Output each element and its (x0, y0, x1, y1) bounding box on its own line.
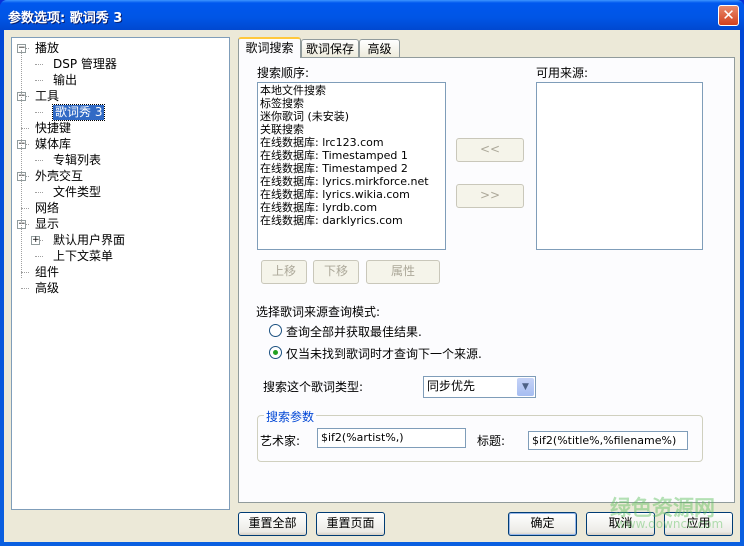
list-item[interactable]: 在线数据库: Timestamped 1 (260, 149, 443, 162)
tree-item[interactable]: 网络 (35, 201, 59, 216)
tree-connector (21, 272, 29, 273)
search-order-label: 搜索顺序: (257, 66, 310, 80)
tree-connector (21, 50, 22, 278)
title-label: 标题: (477, 434, 506, 448)
tree-item[interactable]: 外壳交互 (35, 169, 83, 184)
artist-input[interactable]: $if2(%artist%,) (317, 428, 466, 448)
watermark-url: www.downcc.com (616, 517, 724, 531)
list-item[interactable]: 本地文件搜索 (260, 84, 443, 97)
tab-panel: 搜索顺序: 本地文件搜索 标签搜索 迷你歌词 (未安装) 关联搜索 在线数据库: lrc… (238, 57, 735, 503)
list-item[interactable]: 在线数据库: lyrdb.com (260, 201, 443, 214)
ok-button[interactable]: 确定 (508, 512, 577, 536)
dialog-body: − 播放 DSP 管理器 输出 − 工具 歌词秀 3 快捷键 − 媒体库 专辑列表 − 外壳交互 文件类型… (4, 30, 740, 542)
tab-advanced[interactable]: 高级 (359, 39, 400, 59)
reset-all-button[interactable]: 重置全部 (238, 512, 307, 536)
add-source-button[interactable]: << (456, 138, 524, 162)
list-item[interactable]: 关联搜索 (260, 123, 443, 136)
remove-source-button[interactable]: >> (456, 184, 524, 208)
tree-connector (21, 288, 29, 289)
list-item[interactable]: 在线数据库: darklyrics.com (260, 214, 443, 227)
tree-connector (35, 64, 43, 65)
list-item[interactable]: 标签搜索 (260, 97, 443, 110)
title-bar: 参数选项: 歌词秀 3 ✕ (0, 0, 744, 30)
mode-next-source-label[interactable]: 仅当未找到歌词时才查询下一个来源. (286, 345, 482, 362)
artist-label: 艺术家: (260, 434, 301, 448)
list-item[interactable]: 在线数据库: lyrics.wikia.com (260, 188, 443, 201)
list-item[interactable]: 在线数据库: lyrics.mirkforce.net (260, 175, 443, 188)
tree-item[interactable]: 播放 (35, 41, 59, 56)
move-down-button[interactable]: 下移 (313, 260, 359, 284)
tab-lyrics-save[interactable]: 歌词保存 (301, 39, 359, 59)
mode-query-all-label[interactable]: 查询全部并获取最佳结果. (286, 323, 422, 340)
search-params-legend: 搜索参数 (264, 408, 317, 425)
reset-page-button[interactable]: 重置页面 (316, 512, 385, 536)
tree-item[interactable]: 歌词秀 3 (51, 104, 106, 121)
lyrics-type-select[interactable]: 同步优先 ▼ (423, 376, 536, 398)
lyrics-type-label: 搜索这个歌词类型: (263, 380, 364, 394)
category-tree[interactable]: − 播放 DSP 管理器 输出 − 工具 歌词秀 3 快捷键 − 媒体库 专辑列表 − 外壳交互 文件类型… (11, 37, 230, 510)
list-item[interactable]: 迷你歌词 (未安装) (260, 110, 443, 123)
tree-item[interactable]: 高级 (35, 281, 59, 296)
tree-connector (35, 80, 43, 81)
tree-item[interactable]: DSP 管理器 (53, 57, 117, 72)
available-sources-label: 可用来源: (536, 66, 589, 80)
move-up-button[interactable]: 上移 (261, 260, 307, 284)
title-input[interactable]: $if2(%title%,%filename%) (528, 431, 688, 450)
mode-query-all-radio[interactable] (269, 324, 282, 337)
list-item[interactable]: 在线数据库: Timestamped 2 (260, 162, 443, 175)
expand-icon[interactable]: + (31, 236, 40, 245)
search-order-list[interactable]: 本地文件搜索 标签搜索 迷你歌词 (未安装) 关联搜索 在线数据库: lrc123.co… (257, 82, 446, 250)
tree-connector (35, 112, 43, 113)
tree-item[interactable]: 输出 (53, 73, 77, 88)
tree-connector (35, 160, 43, 161)
chevron-down-icon[interactable]: ▼ (517, 378, 534, 396)
properties-button[interactable]: 属性 (366, 260, 440, 284)
tree-connector (21, 208, 29, 209)
window-title: 参数选项: 歌词秀 3 (8, 11, 123, 26)
mode-next-source-radio[interactable] (269, 346, 282, 359)
tree-item[interactable]: 快捷键 (35, 121, 71, 136)
tree-item[interactable]: 媒体库 (35, 137, 71, 152)
tree-item[interactable]: 上下文菜单 (53, 249, 113, 264)
tree-item[interactable]: 专辑列表 (53, 153, 101, 168)
tree-item[interactable]: 显示 (35, 217, 59, 232)
tree-item[interactable]: 默认用户界面 (53, 233, 125, 248)
tab-lyrics-search[interactable]: 歌词搜索 (238, 37, 301, 58)
close-button[interactable]: ✕ (718, 5, 739, 26)
tree-connector (35, 192, 43, 193)
tree-item[interactable]: 工具 (35, 89, 59, 104)
tree-item[interactable]: 文件类型 (53, 185, 101, 200)
tree-connector (21, 128, 29, 129)
available-sources-list[interactable] (536, 82, 703, 250)
query-mode-label: 选择歌词来源查询模式: (256, 305, 381, 319)
tree-connector (35, 256, 43, 257)
tree-item[interactable]: 组件 (35, 265, 59, 280)
dialog-window: 参数选项: 歌词秀 3 ✕ − 播放 DSP 管理器 输出 − 工具 歌词秀 3 快捷键 − 媒体… (0, 0, 744, 546)
list-item[interactable]: 在线数据库: lrc123.com (260, 136, 443, 149)
lyrics-type-value: 同步优先 (427, 379, 476, 393)
